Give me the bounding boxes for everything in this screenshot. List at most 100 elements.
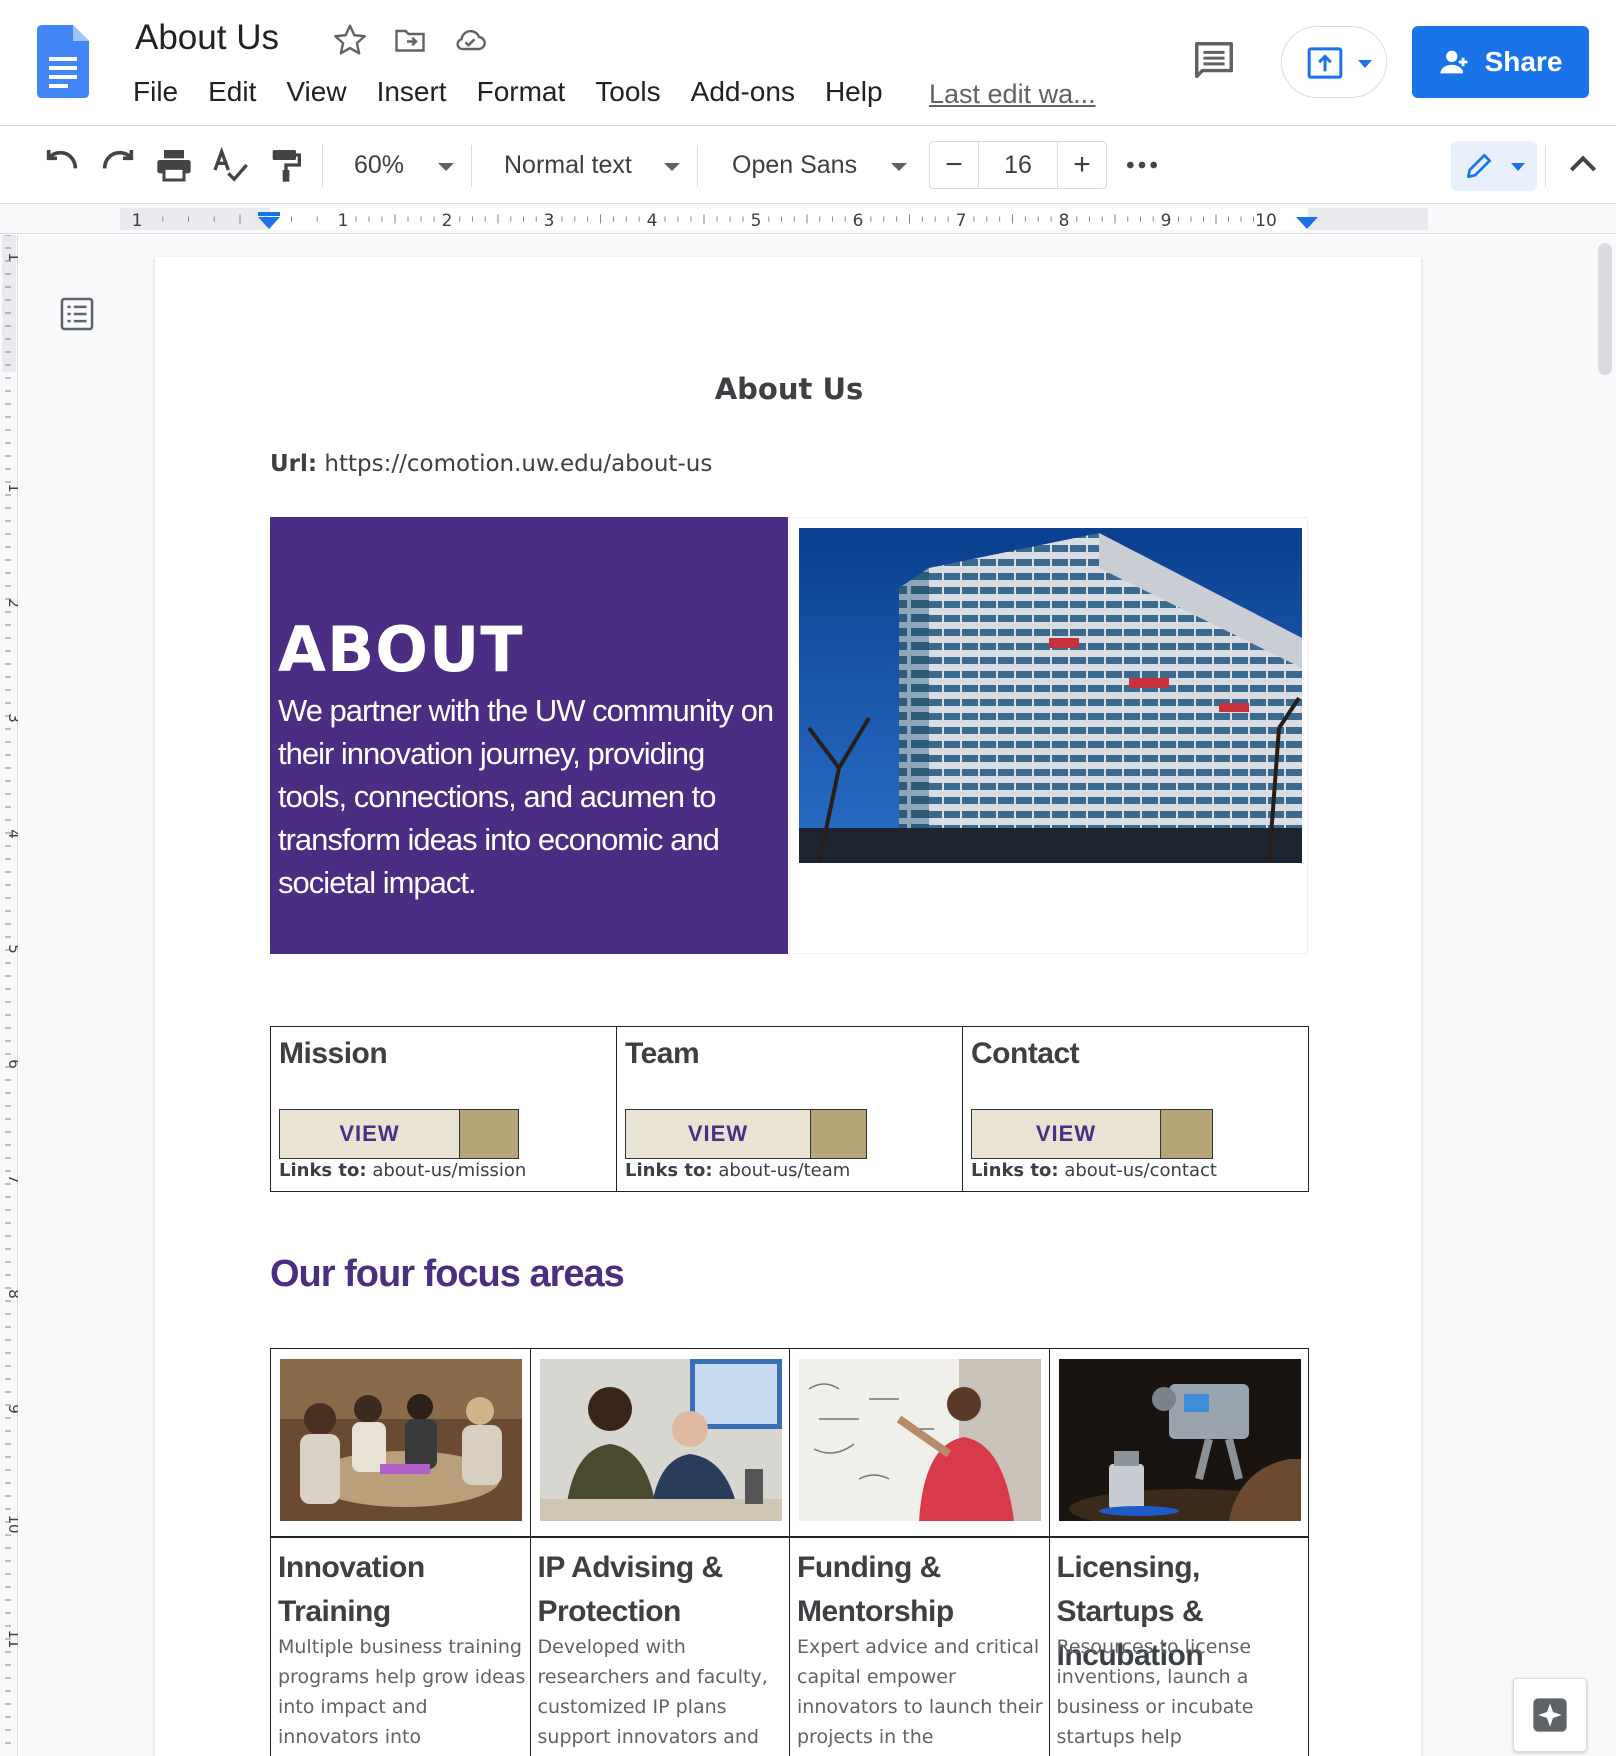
- building-photo[interactable]: [799, 528, 1302, 863]
- ruler-label: 8: [5, 1289, 18, 1299]
- group-meeting-photo[interactable]: [280, 1359, 522, 1521]
- whiteboard-photo[interactable]: [799, 1359, 1041, 1521]
- present-button[interactable]: [1281, 26, 1387, 98]
- menu-addons[interactable]: Add-ons: [676, 76, 810, 108]
- cell-divider: [271, 1536, 530, 1538]
- toolbar-separator: [471, 145, 472, 187]
- links-to-label: Links to:: [625, 1160, 713, 1181]
- paragraph-style-select[interactable]: Normal text: [504, 151, 632, 180]
- scrollbar-thumb[interactable]: [1598, 243, 1612, 375]
- view-mission-button[interactable]: VIEW: [279, 1109, 519, 1159]
- ruler-label: 1: [5, 252, 18, 262]
- explore-sparkle-icon: [1533, 1698, 1567, 1732]
- cloud-saved-icon[interactable]: [452, 22, 488, 58]
- ruler-label: 3: [544, 211, 555, 231]
- font-select[interactable]: Open Sans: [732, 151, 857, 180]
- url-line: Url: https://comotion.uw.edu/about-us: [270, 451, 712, 477]
- document-title[interactable]: About Us: [135, 18, 279, 58]
- view-contact-button[interactable]: VIEW: [971, 1109, 1213, 1159]
- style-dropdown-icon[interactable]: [664, 163, 680, 171]
- horizontal-ruler-ticks: 1 1 2 3 4 5 6 7 8 9 10: [120, 208, 1428, 231]
- links-to-value: about-us/team: [718, 1160, 851, 1181]
- links-to-text: Links to: about-us/mission: [279, 1160, 526, 1181]
- hero-text: We partner with the UW community on thei…: [278, 693, 774, 900]
- ruler-label: 7: [5, 1174, 18, 1184]
- font-dropdown-icon[interactable]: [891, 163, 907, 171]
- zoom-dropdown-icon[interactable]: [438, 163, 454, 171]
- title-bar: About Us File Edit View Insert Format To…: [0, 0, 1616, 126]
- menu-view[interactable]: View: [271, 76, 361, 108]
- ruler-label: 1: [132, 211, 143, 231]
- menu-file[interactable]: File: [118, 76, 193, 108]
- view-button-accent: [810, 1110, 866, 1158]
- nav-cell-contact: Contact VIEW Links to: about-us/contact: [963, 1027, 1308, 1191]
- menu-tools[interactable]: Tools: [580, 76, 675, 108]
- focus-cell-licensing: Licensing, Startups & Incubation Resourc…: [1049, 1349, 1308, 1756]
- docs-logo-icon[interactable]: [37, 25, 89, 98]
- view-team-button[interactable]: VIEW: [625, 1109, 867, 1159]
- links-to-label: Links to:: [279, 1160, 367, 1181]
- view-button-label: VIEW: [687, 1121, 749, 1146]
- last-edit-link[interactable]: Last edit wa...: [929, 79, 1096, 110]
- move-to-folder-icon[interactable]: [392, 22, 428, 58]
- view-button-accent: [1160, 1110, 1212, 1158]
- hero-banner: ABOUT We partner with the UW community o…: [270, 517, 788, 954]
- ruler-label: 2: [442, 211, 453, 231]
- zoom-select[interactable]: 60%: [354, 151, 404, 180]
- advising-photo[interactable]: [539, 1359, 782, 1521]
- menu-edit[interactable]: Edit: [193, 76, 271, 108]
- ruler-label: 10: [1255, 211, 1277, 231]
- present-dropdown-icon: [1358, 60, 1372, 68]
- collapse-icon[interactable]: [1563, 145, 1603, 185]
- increase-font-size-button[interactable]: +: [1058, 142, 1106, 188]
- menu-help[interactable]: Help: [810, 76, 898, 108]
- more-icon[interactable]: [1122, 145, 1162, 185]
- ruler-label: 3: [5, 713, 18, 723]
- undo-icon[interactable]: [42, 145, 82, 185]
- focus-description: Multiple business training programs help…: [278, 1636, 526, 1748]
- spellcheck-icon[interactable]: [210, 145, 250, 185]
- paint-format-icon[interactable]: [266, 145, 306, 185]
- focus-description: Developed with researchers and faculty, …: [537, 1636, 768, 1748]
- document-outline-icon[interactable]: [58, 295, 96, 333]
- menu-insert[interactable]: Insert: [362, 76, 462, 108]
- robot-hand-photo[interactable]: [1058, 1359, 1301, 1521]
- ruler-label: 2: [5, 598, 18, 608]
- comment-history-icon[interactable]: [1190, 38, 1238, 84]
- vertical-ruler[interactable]: 11234567891011: [0, 234, 23, 1756]
- links-to-text: Links to: about-us/team: [625, 1160, 850, 1181]
- share-person-icon: [1439, 50, 1467, 74]
- focus-description: Resources to license inventions, launch …: [1056, 1636, 1254, 1748]
- mode-dropdown-icon: [1511, 163, 1525, 171]
- vertical-scrollbar[interactable]: [1597, 235, 1616, 1756]
- horizontal-ruler[interactable]: 1 1 2 3 4 5 6 7 8 9 10: [0, 205, 1616, 234]
- nav-cell-title: Mission: [279, 1037, 388, 1070]
- redo-icon[interactable]: [98, 145, 138, 185]
- editing-mode-button[interactable]: [1451, 141, 1537, 191]
- url-value: https://comotion.uw.edu/about-us: [324, 451, 713, 477]
- ruler-label: 5: [751, 211, 762, 231]
- menu-format[interactable]: Format: [462, 76, 581, 108]
- nav-cell-mission: Mission VIEW Links to: about-us/mission: [271, 1027, 617, 1191]
- explore-button[interactable]: [1513, 1678, 1587, 1752]
- focus-title: IP Advising & Protection: [537, 1551, 724, 1628]
- ruler-label: 11: [5, 1629, 18, 1648]
- font-size-input[interactable]: 16: [978, 142, 1058, 188]
- print-icon[interactable]: [154, 145, 194, 185]
- focus-cell-funding: Funding & Mentorship Expert advice and c…: [790, 1349, 1050, 1756]
- links-to-value: about-us/contact: [1064, 1160, 1217, 1181]
- menu-bar: File Edit View Insert Format Tools Add-o…: [118, 76, 898, 108]
- edit-mode-icon: [1467, 154, 1491, 178]
- share-button[interactable]: Share: [1412, 26, 1589, 98]
- ruler-label: 5: [5, 944, 18, 954]
- vertical-ruler-ticks: 11234567891011: [2, 234, 23, 1744]
- ruler-label: 7: [956, 211, 967, 231]
- ruler-label: 9: [5, 1404, 18, 1414]
- star-icon[interactable]: [332, 22, 368, 58]
- cell-divider: [1049, 1536, 1308, 1538]
- decrease-font-size-button[interactable]: −: [930, 142, 978, 188]
- focus-areas-heading: Our four focus areas: [270, 1253, 625, 1295]
- toolbar-separator: [1545, 145, 1546, 187]
- cell-divider: [530, 1536, 789, 1538]
- ruler-label: 1: [5, 483, 18, 493]
